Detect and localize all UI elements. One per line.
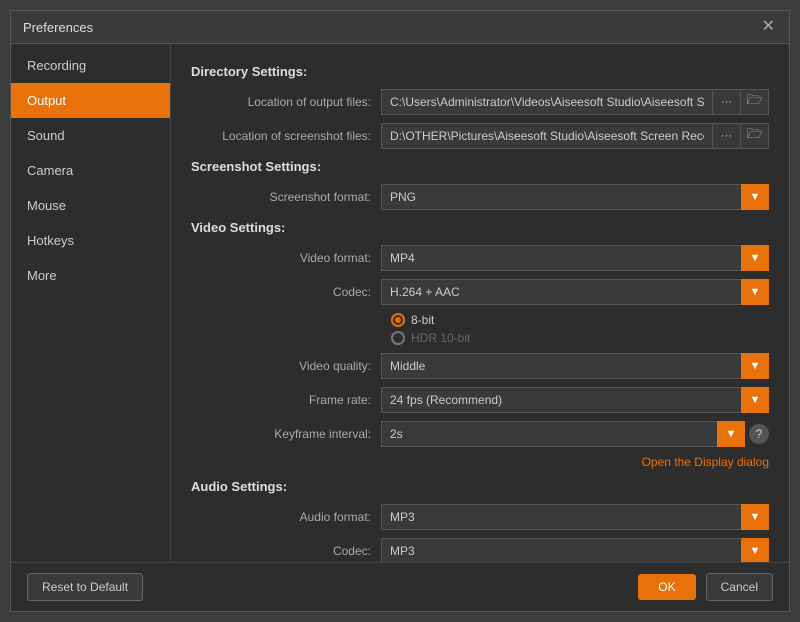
audio-section-title: Audio Settings: [191,479,769,494]
output-location-label: Location of output files: [191,95,381,109]
screenshot-format-select[interactable]: PNG JPG BMP [381,184,769,210]
keyframe-select[interactable]: 1s 2s 3s 5s [381,421,745,447]
radio-hdr10bit-label: HDR 10-bit [411,331,470,345]
codec-label: Codec: [191,285,381,299]
radio-8bit[interactable]: 8-bit [391,313,769,327]
sidebar-item-sound[interactable]: Sound [11,118,170,153]
audio-codec-label: Codec: [191,544,381,558]
codec-select-wrap: H.264 + AAC H.265 + AAC ▼ [381,279,769,305]
output-location-input[interactable] [381,89,713,115]
sidebar-item-camera[interactable]: Camera [11,153,170,188]
video-quality-controls: Low Middle High Lossless ▼ [381,353,769,379]
audio-codec-select-wrap: MP3 AAC ▼ [381,538,769,562]
video-section-title: Video Settings: [191,220,769,235]
framerate-select-wrap: 15 fps 20 fps 24 fps (Recommend) 30 fps … [381,387,769,413]
sidebar: Recording Output Sound Camera Mouse Hotk… [11,44,171,562]
footer-action-buttons: OK Cancel [638,573,773,601]
keyframe-select-wrap: 1s 2s 3s 5s ▼ ? [381,421,769,447]
screenshot-location-label: Location of screenshot files: [191,129,381,143]
screenshot-format-controls: PNG JPG BMP ▼ [381,184,769,210]
video-quality-row: Video quality: Low Middle High Lossless … [191,353,769,379]
ok-button[interactable]: OK [638,574,695,600]
audio-format-controls: MP3 AAC WAV FLAC ▼ [381,504,769,530]
preferences-dialog: Preferences ✕ Recording Output Sound Cam… [10,10,790,612]
framerate-controls: 15 fps 20 fps 24 fps (Recommend) 30 fps … [381,387,769,413]
content-area: Recording Output Sound Camera Mouse Hotk… [11,44,789,562]
video-quality-select[interactable]: Low Middle High Lossless [381,353,769,379]
output-location-controls: ··· 🗁 [381,89,769,115]
output-folder-button[interactable]: 🗁 [741,89,769,115]
codec-controls: H.264 + AAC H.265 + AAC ▼ [381,279,769,305]
sidebar-item-more[interactable]: More [11,258,170,293]
main-panel: Directory Settings: Location of output f… [171,44,789,562]
keyframe-help-button[interactable]: ? [749,424,769,444]
video-format-row: Video format: MP4 MOV AVI WMV GIF ▼ [191,245,769,271]
radio-8bit-circle [391,313,405,327]
video-quality-label: Video quality: [191,359,381,373]
keyframe-row: Keyframe interval: 1s 2s 3s 5s ▼ ? [191,421,769,447]
audio-codec-select[interactable]: MP3 AAC [381,538,769,562]
video-format-select[interactable]: MP4 MOV AVI WMV GIF [381,245,769,271]
codec-select[interactable]: H.264 + AAC H.265 + AAC [381,279,769,305]
audio-format-label: Audio format: [191,510,381,524]
video-format-controls: MP4 MOV AVI WMV GIF ▼ [381,245,769,271]
screenshot-format-label: Screenshot format: [191,190,381,204]
radio-8bit-label: 8-bit [411,313,434,327]
footer: Reset to Default OK Cancel [11,562,789,611]
framerate-label: Frame rate: [191,393,381,407]
sidebar-item-output[interactable]: Output [11,83,170,118]
screenshot-format-select-wrap: PNG JPG BMP ▼ [381,184,769,210]
audio-format-row: Audio format: MP3 AAC WAV FLAC ▼ [191,504,769,530]
framerate-select[interactable]: 15 fps 20 fps 24 fps (Recommend) 30 fps … [381,387,769,413]
screenshot-folder-button[interactable]: 🗁 [741,123,769,149]
sidebar-item-hotkeys[interactable]: Hotkeys [11,223,170,258]
audio-codec-controls: MP3 AAC ▼ [381,538,769,562]
framerate-row: Frame rate: 15 fps 20 fps 24 fps (Recomm… [191,387,769,413]
radio-hdr10bit-circle [391,331,405,345]
directory-section-title: Directory Settings: [191,64,769,79]
screenshot-dots-button[interactable]: ··· [713,123,741,149]
video-format-select-wrap: MP4 MOV AVI WMV GIF ▼ [381,245,769,271]
audio-format-select[interactable]: MP3 AAC WAV FLAC [381,504,769,530]
dialog-title: Preferences [23,20,93,35]
screenshot-location-controls: ··· 🗁 [381,123,769,149]
codec-row: Codec: H.264 + AAC H.265 + AAC ▼ [191,279,769,305]
close-button[interactable]: ✕ [760,19,777,35]
audio-format-select-wrap: MP3 AAC WAV FLAC ▼ [381,504,769,530]
screenshot-location-input[interactable] [381,123,713,149]
screenshot-location-row: Location of screenshot files: ··· 🗁 [191,123,769,149]
output-location-row: Location of output files: ··· 🗁 [191,89,769,115]
display-link-row: Open the Display dialog [191,455,769,469]
video-quality-select-wrap: Low Middle High Lossless ▼ [381,353,769,379]
keyframe-controls: 1s 2s 3s 5s ▼ ? [381,421,769,447]
output-dots-button[interactable]: ··· [713,89,741,115]
sidebar-item-recording[interactable]: Recording [11,48,170,83]
title-bar: Preferences ✕ [11,11,789,44]
cancel-button[interactable]: Cancel [706,573,773,601]
radio-hdr10bit[interactable]: HDR 10-bit [391,331,769,345]
reset-to-default-button[interactable]: Reset to Default [27,573,143,601]
sidebar-item-mouse[interactable]: Mouse [11,188,170,223]
audio-codec-row: Codec: MP3 AAC ▼ [191,538,769,562]
keyframe-label: Keyframe interval: [191,427,381,441]
keyframe-select-outer: 1s 2s 3s 5s ▼ [381,421,745,447]
video-format-label: Video format: [191,251,381,265]
screenshot-format-row: Screenshot format: PNG JPG BMP ▼ [191,184,769,210]
bit-depth-group: 8-bit HDR 10-bit [391,313,769,345]
screenshot-section-title: Screenshot Settings: [191,159,769,174]
display-dialog-link[interactable]: Open the Display dialog [642,455,769,469]
